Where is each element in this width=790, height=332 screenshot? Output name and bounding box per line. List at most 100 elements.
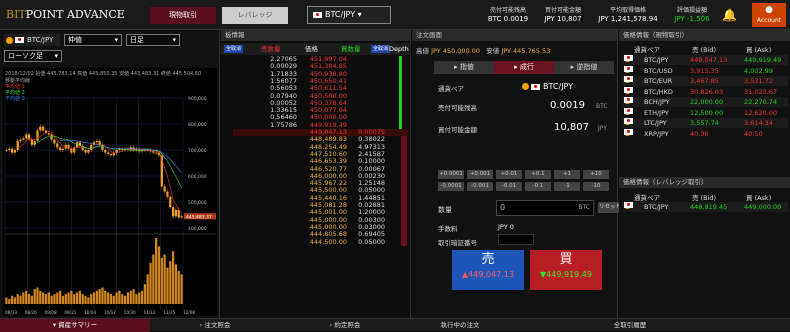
tab-all-history[interactable]: 全取引履歴 xyxy=(600,319,660,332)
volume-bar xyxy=(5,297,8,304)
price-type-select[interactable]: 仲値 ▾ xyxy=(64,34,122,46)
rate-row[interactable]: BTC/EUR 3,467.85 3,531.72 xyxy=(622,76,788,87)
pin-input[interactable] xyxy=(498,234,534,245)
volume-bar xyxy=(70,290,73,304)
rates-panel: 価格情報（現物取引） 通貨ペア売 (Bid) 買 (Ask) BTC/JPY 449… xyxy=(619,30,790,318)
volume-bar xyxy=(149,262,152,304)
book-bid-row[interactable]: 444,500.00 0.05000 xyxy=(233,237,408,246)
rate-bid: 30,826.03 xyxy=(690,87,724,96)
account-button[interactable]: ● Account xyxy=(752,3,786,27)
bottom-tabs: ▾ 資産サマリー › 注文照会 › 約定照会 執行中の注文 全取引履歴 xyxy=(0,318,790,332)
qty-step-button[interactable]: +1 xyxy=(554,170,580,179)
y-tick-label: 800,000 xyxy=(188,122,207,128)
rate-row[interactable]: BCH/JPY 22,000.00 22,270.74 xyxy=(622,97,788,108)
sell-available-label: 売付可能残高 xyxy=(438,104,477,112)
tab-limit[interactable]: ▸ 指値 xyxy=(434,61,494,74)
eu-flag-icon xyxy=(624,76,633,82)
volume-bar xyxy=(112,295,115,304)
rate-row[interactable]: LTC/JPY 3,557.74 3,614.34 xyxy=(622,118,788,129)
qty-step-button[interactable]: -0.0001 xyxy=(438,182,464,191)
volume-bar xyxy=(166,267,169,304)
tab-order-inquiry[interactable]: › 注文照会 xyxy=(150,319,280,332)
candle xyxy=(30,139,33,145)
qty-step-button[interactable]: +0.001 xyxy=(467,170,493,179)
tab-market[interactable]: ▸ 成行 xyxy=(494,61,554,74)
volume-bar xyxy=(67,292,70,304)
qty-step-button[interactable]: +0.0001 xyxy=(438,170,464,179)
candle xyxy=(19,139,22,141)
volume-bar xyxy=(42,292,45,304)
qty-step-button[interactable]: -10 xyxy=(583,182,609,191)
qty-step-button[interactable]: +0.01 xyxy=(496,170,522,179)
rate-ask: 22,270.74 xyxy=(744,98,778,106)
candle xyxy=(33,140,36,145)
spot-rates-title: 価格情報（現物取引） xyxy=(619,30,790,41)
sell-button[interactable]: 売 ▲449,047.13 xyxy=(452,250,524,290)
btc-icon xyxy=(6,36,13,44)
period-select[interactable]: 日足 ▾ xyxy=(126,34,180,46)
chart-type-select[interactable]: ローソク足 ▾ xyxy=(4,50,62,62)
rate-row[interactable]: BTC/USD 3,915.35 4,002.99 xyxy=(622,65,788,76)
qty-step-button[interactable]: -0.1 xyxy=(525,182,551,191)
sell-available-unit: BTC xyxy=(596,103,608,110)
qty-input[interactable]: 0 BTC xyxy=(496,200,594,216)
x-tick-label: 10/04 xyxy=(84,310,96,315)
user-icon: ● xyxy=(765,5,773,15)
jp-flag-icon xyxy=(624,97,633,103)
x-tick-label: 12/08 xyxy=(183,310,195,315)
tab-execution-inquiry[interactable]: › 約定照会 xyxy=(280,319,410,332)
leverage-trade-button[interactable]: レバレッジ xyxy=(222,7,288,24)
tab-asset-summary[interactable]: ▾ 資産サマリー xyxy=(0,319,150,332)
lev-rate-row[interactable]: BTC/JPY 448,819.45 449,000.00 xyxy=(622,202,788,213)
buy-button[interactable]: 買 ▼449,919.49 xyxy=(530,250,602,290)
candle xyxy=(10,148,14,153)
fee-label: 手数料 xyxy=(438,225,458,233)
qty-step-button[interactable]: -0.01 xyxy=(496,182,522,191)
last-price-label: 445,483.37 xyxy=(186,214,212,220)
rate-bid: 22,000.00 xyxy=(690,98,724,106)
volume-bar xyxy=(132,289,135,304)
volume-bar xyxy=(75,292,79,304)
tab-active-orders[interactable]: 執行中の注文 xyxy=(410,319,510,332)
qty-step-button[interactable]: +0.1 xyxy=(525,170,551,179)
tab-stop[interactable]: ▸ 逆指値 xyxy=(554,61,614,74)
rate-row[interactable]: BTC/JPY 449,047.13 449,919.49 xyxy=(622,55,788,66)
price-chart[interactable]: 2018/12/02 始値 445,783.14 高値 445,850.35 安… xyxy=(3,68,217,316)
volume-bar xyxy=(104,290,107,304)
jp-flag-icon xyxy=(624,128,633,135)
spot-trade-button[interactable]: 現物取引 xyxy=(150,7,216,24)
rate-bid: 3,557.74 xyxy=(690,119,719,127)
x-tick-label: 08/13 xyxy=(5,310,17,315)
qty-step-button[interactable]: -0.001 xyxy=(467,182,493,191)
rate-row[interactable]: BTC/HKD 30,826.03 31,023.67 xyxy=(622,86,788,97)
y-tick-label: 600,000 xyxy=(188,174,207,180)
stat-sell-available: 売付可能残高 BTC 0.0019 xyxy=(487,7,529,23)
cancel-all-ask-button[interactable]: 全取消 xyxy=(224,45,244,53)
volume-bar xyxy=(87,297,90,304)
rate-row[interactable]: ETH/JPY 12,500.00 12,620.00 xyxy=(622,107,788,118)
jp-flag-icon xyxy=(624,55,633,61)
bell-icon[interactable]: 🔔 xyxy=(722,8,737,22)
rate-row[interactable]: XRP/JPY 40.36 40.50 xyxy=(622,128,788,139)
pair-label: 通貨ペア xyxy=(438,85,464,93)
us-flag-icon xyxy=(624,65,633,72)
y-tick-label: 900,000 xyxy=(188,96,207,102)
volume-bar xyxy=(16,294,19,304)
volume-bar xyxy=(138,292,141,304)
pair-select[interactable]: BTC/JPY ▾ xyxy=(307,6,391,24)
qty-step-button[interactable]: +10 xyxy=(583,170,609,179)
x-tick-label: 11/25 xyxy=(163,310,175,315)
logo: BITPOINT ADVANCE xyxy=(6,8,125,21)
top-bar: BITPOINT ADVANCE 現物取引 レバレッジ BTC/JPY ▾ 売付… xyxy=(0,0,790,30)
rate-pair: BTC/EUR xyxy=(644,77,673,85)
ask-qty: 1.75786 xyxy=(270,120,297,129)
volume-bar xyxy=(25,290,28,304)
rate-bid: 449,047.13 xyxy=(690,56,728,64)
qty-step-button[interactable]: -1 xyxy=(554,182,580,191)
cancel-all-bid-button[interactable]: 全取消 xyxy=(371,45,391,53)
candle xyxy=(61,148,65,150)
bid-price: 444,500.00 xyxy=(309,237,347,246)
volume-bar xyxy=(8,299,11,304)
stat-avg-price: 平均取得価格 JPY 1,241,578.94 xyxy=(598,7,658,23)
volume-bar xyxy=(39,290,42,304)
